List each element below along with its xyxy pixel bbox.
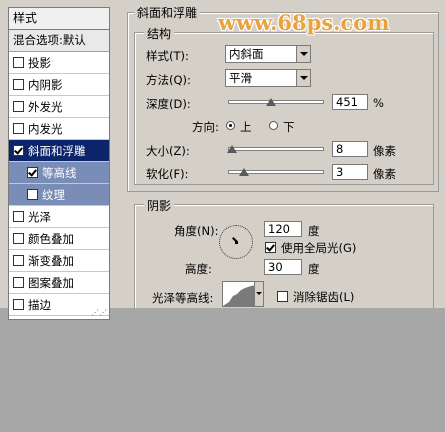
soften-label: 软化(F): <box>146 167 189 181</box>
style-item-label: 内阴影 <box>28 77 63 92</box>
style-item-label: 斜面和浮雕 <box>28 143 86 158</box>
checkbox-inner-shadow[interactable] <box>13 79 24 90</box>
style-item-outer-glow[interactable]: 外发光 <box>9 96 109 118</box>
gloss-contour-dropdown[interactable] <box>254 281 264 307</box>
style-item-satin[interactable]: 光泽 <box>9 206 109 228</box>
watermark-logo: www.68ps.com <box>218 10 390 35</box>
style-item-drop-shadow[interactable]: 投影 <box>9 52 109 74</box>
direction-down-radio[interactable] <box>269 121 278 130</box>
style-item-bevel-emboss[interactable]: 斜面和浮雕 <box>9 140 109 162</box>
direction-down-label: 下 <box>283 120 295 134</box>
chevron-down-icon[interactable] <box>296 70 310 86</box>
style-item-color-overlay[interactable]: 颜色叠加 <box>9 228 109 250</box>
direction-up-label: 上 <box>240 120 252 134</box>
chevron-down-icon[interactable] <box>296 46 310 62</box>
altitude-label: 高度: <box>185 262 212 276</box>
checkbox-color-overlay[interactable] <box>13 233 24 244</box>
depth-unit: % <box>373 96 384 110</box>
checkbox-outer-glow[interactable] <box>13 101 24 112</box>
size-slider-thumb[interactable] <box>226 145 237 153</box>
checkbox-stroke[interactable] <box>13 299 24 310</box>
size-input[interactable]: 8 <box>332 141 368 157</box>
style-item-label: 内发光 <box>28 121 63 136</box>
checkbox-inner-glow[interactable] <box>13 123 24 134</box>
technique-label: 方法(Q): <box>146 73 191 87</box>
blending-options-default[interactable]: 混合选项:默认 <box>9 30 109 52</box>
bevel-style-value: 内斜面 <box>229 47 264 61</box>
style-item-label: 图案叠加 <box>28 275 74 290</box>
style-label: 样式(T): <box>146 49 189 63</box>
altitude-input[interactable]: 30 <box>264 259 302 275</box>
style-item-gradient-overlay[interactable]: 渐变叠加 <box>9 250 109 272</box>
size-unit: 像素 <box>373 144 396 158</box>
checkbox-satin[interactable] <box>13 211 24 222</box>
style-item-label: 光泽 <box>28 209 51 224</box>
style-item-label: 等高线 <box>42 165 77 180</box>
angle-dial[interactable] <box>219 225 253 259</box>
style-item-texture[interactable]: 纹理 <box>9 184 109 206</box>
depth-input[interactable]: 451 <box>332 94 368 110</box>
soften-unit: 像素 <box>373 167 396 181</box>
style-item-contour[interactable]: 等高线 <box>9 162 109 184</box>
soften-slider[interactable] <box>228 168 324 176</box>
angle-label: 角度(N): <box>174 224 219 238</box>
technique-select[interactable]: 平滑 <box>225 69 311 87</box>
altitude-unit: 度 <box>308 262 320 276</box>
shading-title: 阴影 <box>144 197 175 214</box>
direction-label: 方向: <box>192 120 219 134</box>
checkbox-bevel-emboss[interactable] <box>13 145 24 156</box>
resize-grip-icon[interactable]: ⋰⋰ <box>91 308 107 317</box>
angle-input[interactable]: 120 <box>264 221 302 237</box>
antialias-label[interactable]: 消除锯齿(L) <box>293 289 354 305</box>
checkbox-contour[interactable] <box>27 167 38 178</box>
technique-value: 平滑 <box>229 71 252 85</box>
style-item-inner-shadow[interactable]: 内阴影 <box>9 74 109 96</box>
style-item-label: 渐变叠加 <box>28 253 74 268</box>
bevel-style-select[interactable]: 内斜面 <box>225 45 311 63</box>
style-item-inner-glow[interactable]: 内发光 <box>9 118 109 140</box>
checkbox-drop-shadow[interactable] <box>13 57 24 68</box>
structure-title: 结构 <box>144 25 175 42</box>
size-slider[interactable] <box>226 145 324 153</box>
checkbox-pattern-overlay[interactable] <box>13 277 24 288</box>
global-light-checkbox[interactable] <box>265 242 276 253</box>
soften-slider-thumb[interactable] <box>239 168 250 176</box>
styles-header[interactable]: 样式 <box>9 8 109 30</box>
depth-slider[interactable] <box>228 98 324 106</box>
angle-center <box>235 241 238 244</box>
settings-panel: 斜面和浮雕 结构 样式(T): 内斜面 方法(Q): 平滑 深度(D): 451… <box>122 0 440 308</box>
soften-input[interactable]: 3 <box>332 164 368 180</box>
style-item-label: 外发光 <box>28 99 63 114</box>
style-item-label: 投影 <box>28 55 51 70</box>
angle-unit: 度 <box>308 224 320 238</box>
style-item-pattern-overlay[interactable]: 图案叠加 <box>9 272 109 294</box>
depth-label: 深度(D): <box>146 97 191 111</box>
gloss-contour-label: 光泽等高线: <box>152 291 214 305</box>
style-item-label: 描边 <box>28 297 51 312</box>
size-label: 大小(Z): <box>146 144 190 158</box>
checkbox-texture[interactable] <box>27 189 38 200</box>
bevel-emboss-title: 斜面和浮雕 <box>134 4 201 21</box>
global-light-label[interactable]: 使用全局光(G) <box>281 240 356 256</box>
antialias-checkbox[interactable] <box>277 291 288 302</box>
styles-panel: 样式 混合选项:默认 投影 内阴影 外发光 内发光 斜面和浮雕 等高线 纹理 光… <box>8 7 110 320</box>
style-item-label: 纹理 <box>42 187 65 202</box>
direction-up-radio[interactable] <box>226 121 235 130</box>
layer-style-dialog: 样式 混合选项:默认 投影 内阴影 外发光 内发光 斜面和浮雕 等高线 纹理 光… <box>0 0 445 320</box>
depth-slider-thumb[interactable] <box>266 98 277 106</box>
style-item-label: 颜色叠加 <box>28 231 74 246</box>
checkbox-gradient-overlay[interactable] <box>13 255 24 266</box>
